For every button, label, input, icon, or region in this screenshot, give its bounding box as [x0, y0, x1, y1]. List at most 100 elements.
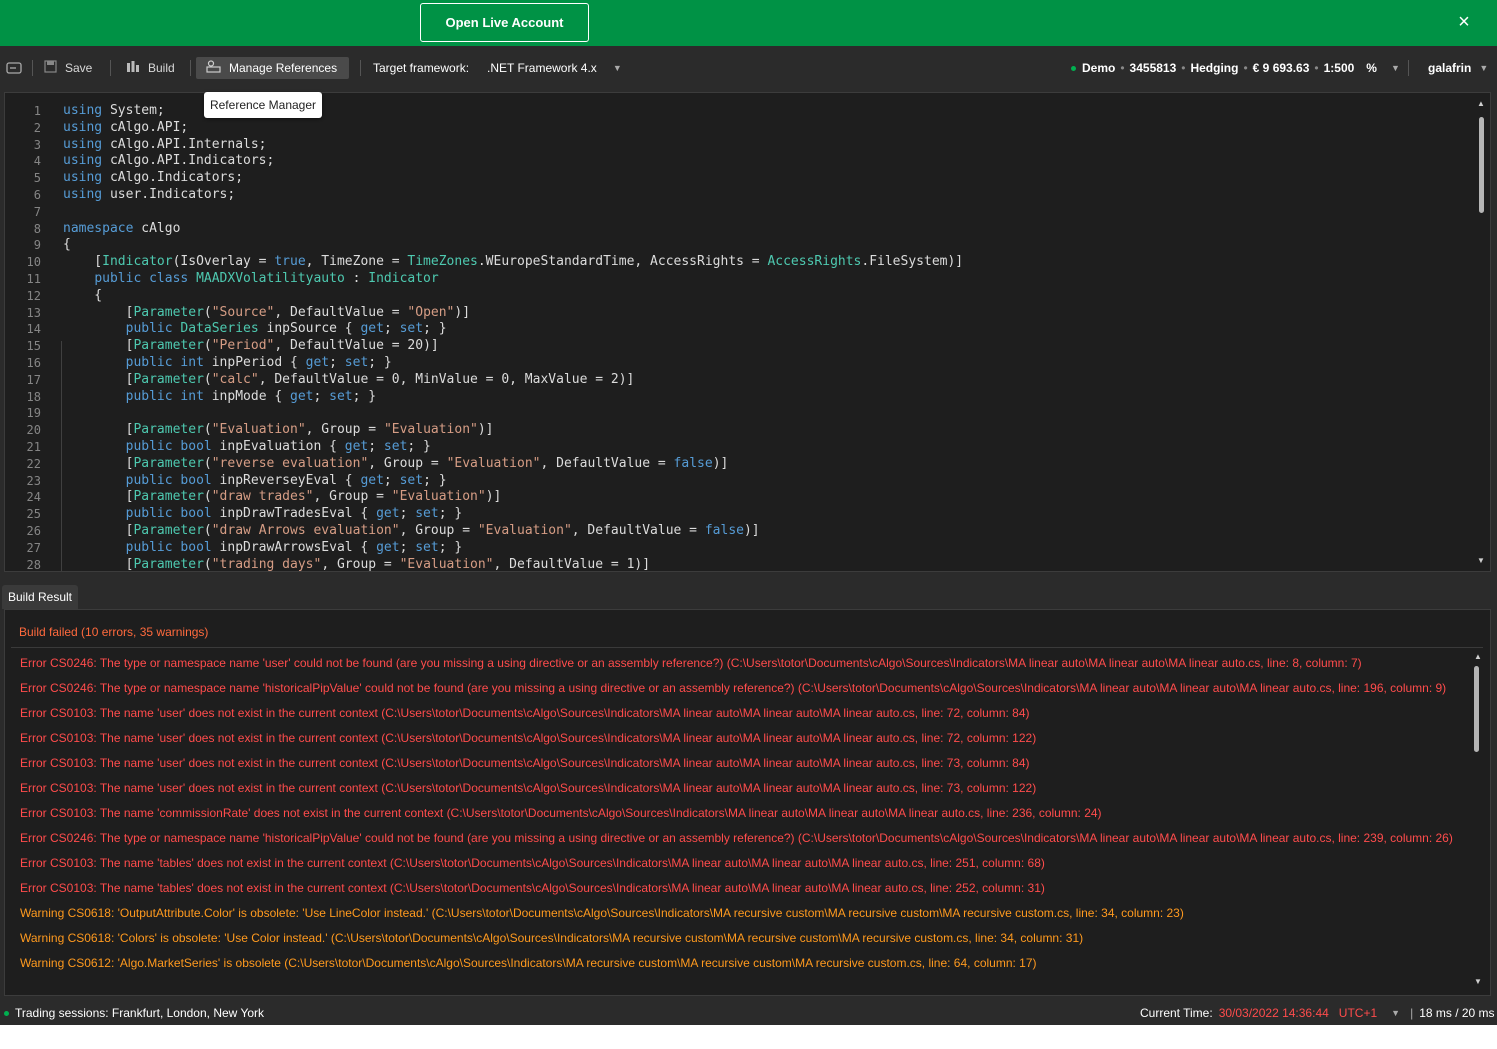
code-content[interactable]: using System; using cAlgo.API; using cAl…: [63, 103, 1466, 571]
toolbar-divider: [360, 60, 361, 76]
build-error-item[interactable]: Error CS0103: The name 'user' does not e…: [20, 756, 1460, 771]
timezone-select[interactable]: UTC+1: [1339, 1006, 1377, 1020]
close-icon[interactable]: ×: [1454, 12, 1474, 32]
code-line: namespace cAlgo: [63, 220, 181, 236]
scroll-up-icon[interactable]: ▲: [1477, 99, 1485, 108]
toolbar-divider: [1408, 60, 1409, 76]
line-number: 6: [33, 187, 41, 202]
toolbar-divider: [32, 60, 33, 76]
references-icon: [206, 60, 221, 76]
build-error-item[interactable]: Error CS0246: The type or namespace name…: [20, 681, 1460, 696]
build-error-item[interactable]: Error CS0103: The name 'tables' does not…: [20, 856, 1460, 871]
calgo-editor-window: Open Live Account × Save Build Manage Re…: [0, 0, 1497, 1049]
line-number: 27: [26, 540, 41, 555]
scroll-down-icon[interactable]: ▼: [1474, 977, 1482, 986]
current-time-label: Current Time:: [1140, 1006, 1213, 1020]
latency: 18 ms / 20 ms: [1419, 1006, 1495, 1020]
indent-guide: [61, 341, 62, 571]
code-line: public bool inpDrawTradesEval { get; set…: [125, 506, 463, 522]
line-number: 11: [26, 271, 41, 286]
code-line: using cAlgo.API.Indicators;: [63, 153, 275, 169]
code-line: [Indicator(IsOverlay = true, TimeZone = …: [63, 254, 964, 270]
separator-dot: •: [1120, 61, 1125, 75]
build-error-item[interactable]: Error CS0103: The name 'user' does not e…: [20, 731, 1460, 746]
line-number: 17: [26, 372, 41, 387]
tab-build-result[interactable]: Build Result: [2, 585, 78, 609]
build-error-item[interactable]: Error CS0246: The type or namespace name…: [20, 656, 1460, 671]
bottom-margin: [0, 1025, 1497, 1049]
build-message-list[interactable]: Error CS0246: The type or namespace name…: [20, 656, 1460, 986]
line-number: 5: [33, 171, 41, 186]
line-number: 19: [26, 406, 41, 421]
build-summary: Build failed (10 errors, 35 warnings): [11, 616, 1483, 648]
target-framework-label: Target framework:: [373, 61, 470, 75]
code-line: [Parameter("reverse evaluation", Group =…: [63, 455, 729, 471]
manage-references-label: Manage References: [229, 61, 338, 75]
line-number: 23: [26, 473, 41, 488]
open-live-account-button[interactable]: Open Live Account: [420, 3, 589, 42]
code-editor[interactable]: 1 2 3 4 5 6 7 8 9 10 11 12 13 14 15 16 17 18 19 20 21 22 23 24 2…: [4, 92, 1491, 572]
editor-scrollbar[interactable]: ▲ ▼: [1472, 93, 1490, 571]
percent-toggle[interactable]: %: [1366, 61, 1377, 75]
results-scrollbar[interactable]: ▲ ▼: [1470, 650, 1486, 988]
code-line: [Parameter("Period", DefaultValue = 20)]: [63, 338, 439, 354]
line-number: 22: [26, 456, 41, 471]
code-line: {: [63, 237, 71, 253]
line-number: 4: [33, 154, 41, 169]
line-number: 28: [26, 557, 41, 572]
build-button[interactable]: Build: [126, 57, 175, 79]
scroll-up-icon[interactable]: ▲: [1474, 652, 1482, 661]
toolbar-divider: [110, 60, 111, 76]
code-line: public int inpMode { get; set; }: [125, 388, 377, 404]
session-status-icon: [4, 1010, 9, 1016]
scrollbar-thumb[interactable]: [1474, 666, 1479, 752]
trading-sessions: Trading sessions: Frankfurt, London, New…: [4, 1006, 264, 1020]
line-number: 2: [33, 120, 41, 135]
scrollbar-thumb[interactable]: [1479, 117, 1484, 213]
reference-manager-tooltip: Reference Manager: [204, 92, 322, 118]
status-divider: |: [1410, 1006, 1414, 1020]
code-line: [Parameter("draw Arrows evaluation", Gro…: [63, 522, 760, 538]
target-framework-select[interactable]: .NET Framework 4.x ▼: [487, 57, 622, 79]
account-selector[interactable]: Demo • 3455813 • Hedging • € 9 693.63 • …: [1071, 57, 1400, 79]
user-menu[interactable]: galafrin ▼: [1428, 57, 1488, 79]
separator-dot: •: [1243, 61, 1248, 75]
code-line: [Parameter("Evaluation", Group = "Evalua…: [63, 422, 494, 438]
separator-dot: •: [1314, 61, 1319, 75]
separator-dot: •: [1181, 61, 1186, 75]
build-result-panel: Build failed (10 errors, 35 warnings) Er…: [4, 609, 1491, 996]
build-error-item[interactable]: Error CS0103: The name 'tables' does not…: [20, 881, 1460, 896]
line-number: 14: [26, 322, 41, 337]
build-warning-item[interactable]: Warning CS0618: 'Colors' is obsolete: 'U…: [20, 931, 1460, 946]
code-line: public class MAADXVolatilityauto : Indic…: [94, 270, 439, 286]
code-line: [Parameter("calc", DefaultValue = 0, Min…: [63, 371, 635, 387]
account-type: Hedging: [1190, 61, 1239, 75]
line-number: 3: [33, 137, 41, 152]
build-error-item[interactable]: Error CS0246: The type or namespace name…: [20, 831, 1460, 846]
account-leverage: 1:500: [1323, 61, 1355, 75]
build-label: Build: [148, 61, 175, 75]
manage-references-button[interactable]: Manage References: [196, 57, 350, 79]
build-warning-item[interactable]: Warning CS0618: 'OutputAttribute.Color' …: [20, 906, 1460, 921]
code-line: [Parameter("Source", DefaultValue = "Ope…: [63, 304, 471, 320]
scroll-down-icon[interactable]: ▼: [1477, 556, 1485, 565]
code-line: public DataSeries inpSource { get; set; …: [125, 321, 447, 337]
promo-banner: Open Live Account ×: [0, 0, 1497, 46]
code-line: public bool inpEvaluation { get; set; }: [125, 438, 431, 454]
trading-sessions-text: Trading sessions: Frankfurt, London, New…: [15, 1006, 265, 1020]
line-number-gutter: 1 2 3 4 5 6 7 8 9 10 11 12 13 14 15 16 17 18 19 20 21 22 23 24 2…: [5, 103, 41, 572]
line-number: 10: [26, 255, 41, 270]
panel-toggle-icon[interactable]: [6, 57, 22, 79]
line-number: 18: [26, 389, 41, 404]
build-error-item[interactable]: Error CS0103: The name 'user' does not e…: [20, 706, 1460, 721]
save-label: Save: [65, 61, 93, 75]
status-bar: Trading sessions: Frankfurt, London, New…: [0, 1000, 1497, 1025]
save-button[interactable]: Save: [44, 57, 92, 79]
line-number: 20: [26, 423, 41, 438]
code-line: using cAlgo.Indicators;: [63, 170, 244, 186]
build-icon: [126, 60, 140, 76]
build-error-item[interactable]: Error CS0103: The name 'user' does not e…: [20, 781, 1460, 796]
build-error-item[interactable]: Error CS0103: The name 'commissionRate' …: [20, 806, 1460, 821]
build-warning-item[interactable]: Warning CS0612: 'Algo.MarketSeries' is o…: [20, 956, 1460, 971]
